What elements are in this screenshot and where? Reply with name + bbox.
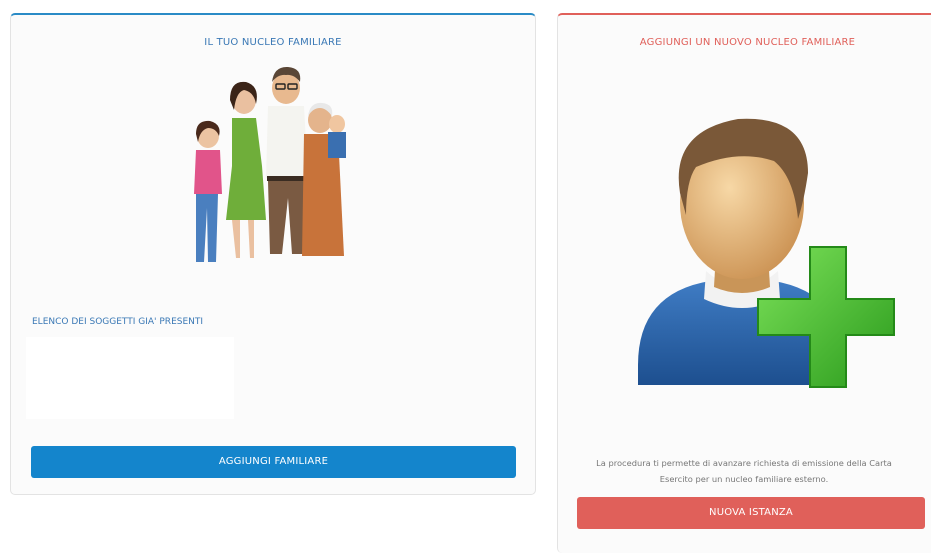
add-user-illustration	[638, 118, 895, 388]
existing-members-list	[26, 337, 234, 419]
girl-figure	[194, 120, 222, 262]
father-figure	[266, 66, 308, 254]
grandmother-figure	[302, 102, 346, 256]
family-illustration	[194, 66, 346, 262]
new-family-description: La procedura ti permette di avanzare ric…	[596, 458, 892, 484]
add-family-member-button[interactable]: AGGIUNGI FAMILIARE	[31, 446, 516, 478]
new-family-card-title: AGGIUNGI UN NUOVO NUCLEO FAMILIARE	[639, 37, 856, 48]
mother-figure	[226, 81, 266, 258]
new-request-button[interactable]: NUOVA ISTANZA	[577, 497, 925, 529]
existing-members-label: ELENCO DEI SOGGETTI GIA' PRESENTI	[32, 317, 204, 327]
family-card-title: IL TUO NUCLEO FAMILIARE	[204, 37, 342, 48]
